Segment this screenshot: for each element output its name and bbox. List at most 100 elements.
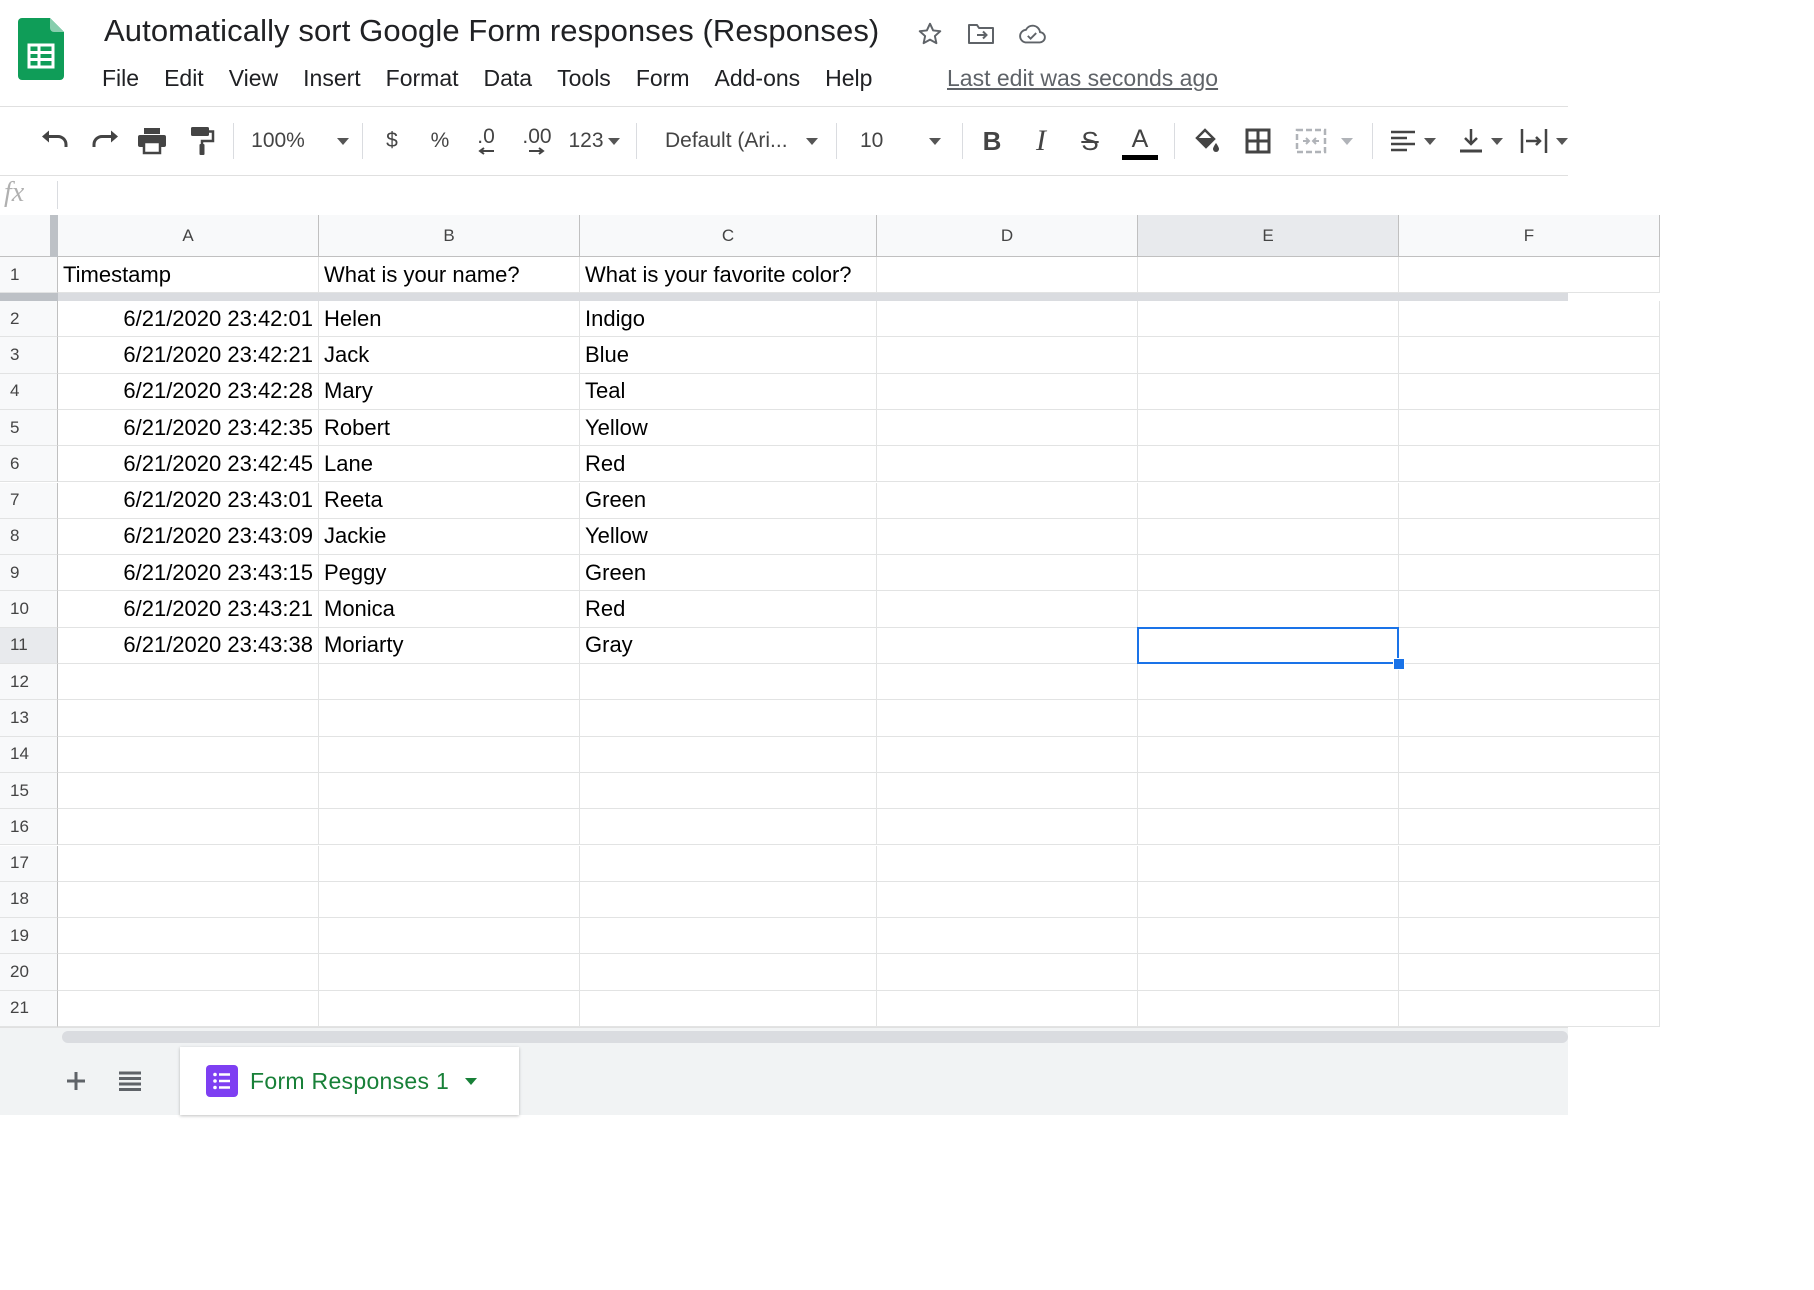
cell-c17[interactable] [580,845,877,882]
undo-icon[interactable] [36,107,74,175]
cell-a17[interactable] [58,845,319,882]
cell-b20[interactable] [319,954,580,991]
cell-c2[interactable]: Indigo [580,301,877,338]
column-header-f[interactable]: F [1399,215,1660,257]
cell-c16[interactable] [580,809,877,846]
text-color-button[interactable]: A [1120,107,1160,175]
redo-icon[interactable] [86,107,124,175]
cell-e21[interactable] [1138,990,1399,1027]
cell-f11[interactable] [1399,627,1660,664]
cell-b11[interactable]: Moriarty [319,627,580,664]
cell-f18[interactable] [1399,881,1660,919]
cell-c14[interactable] [580,736,877,773]
cell-c7[interactable]: Green [580,482,877,519]
bold-button[interactable]: B [974,107,1010,175]
menu-data[interactable]: Data [484,62,533,94]
cell-d5[interactable] [877,409,1138,447]
cell-e14[interactable] [1138,736,1399,773]
cell-c8[interactable]: Yellow [580,518,877,556]
cell-d4[interactable] [877,373,1138,410]
cell-d16[interactable] [877,809,1138,846]
cell-d9[interactable] [877,555,1138,592]
row-header-13[interactable]: 13 [0,700,58,737]
cell-b21[interactable] [319,990,580,1027]
cell-c5[interactable]: Yellow [580,409,877,447]
column-header-c[interactable]: C [580,215,877,257]
cell-e1[interactable] [1138,257,1399,293]
increase-decimal-button[interactable]: .00 [516,107,558,175]
all-sheets-menu-icon[interactable] [112,1061,148,1101]
font-size-select[interactable]: 10 [848,107,954,175]
cell-a2[interactable]: 6/21/2020 23:42:01 [58,301,319,338]
print-icon[interactable] [133,107,171,175]
cell-c6[interactable]: Red [580,446,877,483]
cell-d8[interactable] [877,518,1138,556]
sheets-logo-icon[interactable] [18,18,64,80]
cell-a21[interactable] [58,990,319,1027]
add-sheet-icon[interactable] [58,1061,94,1101]
row-header-15[interactable]: 15 [0,772,58,810]
cell-c20[interactable] [580,954,877,991]
freeze-row-bar[interactable] [0,293,1568,301]
cell-a15[interactable] [58,772,319,810]
cell-f14[interactable] [1399,736,1660,773]
cell-b6[interactable]: Lane [319,446,580,483]
row-header-11[interactable]: 11 [0,627,58,664]
row-header-12[interactable]: 12 [0,664,58,701]
row-header-14[interactable]: 14 [0,736,58,773]
cell-f1[interactable] [1399,257,1660,293]
row-header-8[interactable]: 8 [0,518,58,556]
cell-c18[interactable] [580,881,877,919]
cell-a10[interactable]: 6/21/2020 23:43:21 [58,591,319,628]
cell-a18[interactable] [58,881,319,919]
cloud-saved-icon[interactable] [1018,20,1046,48]
cell-f19[interactable] [1399,918,1660,955]
menu-tools[interactable]: Tools [557,62,611,94]
text-wrap-icon[interactable] [1520,107,1568,175]
row-header-17[interactable]: 17 [0,845,58,882]
row-header-6[interactable]: 6 [0,446,58,483]
cell-d11[interactable] [877,627,1138,664]
row-header-2[interactable]: 2 [0,301,58,338]
cell-b19[interactable] [319,918,580,955]
cell-b7[interactable]: Reeta [319,482,580,519]
cell-f20[interactable] [1399,954,1660,991]
horizontal-scrollbar-thumb[interactable] [62,1031,1568,1043]
cell-d6[interactable] [877,446,1138,483]
cell-b1[interactable]: What is your name? [319,257,580,293]
cell-f10[interactable] [1399,591,1660,628]
cell-b17[interactable] [319,845,580,882]
decrease-decimal-button[interactable]: .0 [468,107,504,175]
cell-a16[interactable] [58,809,319,846]
cell-e18[interactable] [1138,881,1399,919]
cell-a19[interactable] [58,918,319,955]
cell-e9[interactable] [1138,555,1399,592]
menu-form[interactable]: Form [636,62,690,94]
cell-f2[interactable] [1399,301,1660,338]
formula-input[interactable] [66,180,1550,212]
move-folder-icon[interactable] [967,20,995,48]
cell-a8[interactable]: 6/21/2020 23:43:09 [58,518,319,556]
cell-b8[interactable]: Jackie [319,518,580,556]
menu-edit[interactable]: Edit [164,62,204,94]
cell-d18[interactable] [877,881,1138,919]
menu-view[interactable]: View [229,62,278,94]
sheet-tab-caret-icon[interactable] [465,1077,478,1085]
cell-d12[interactable] [877,664,1138,701]
cell-e5[interactable] [1138,409,1399,447]
menu-insert[interactable]: Insert [303,62,361,94]
paint-format-icon[interactable] [183,107,221,175]
cell-a9[interactable]: 6/21/2020 23:43:15 [58,555,319,592]
cell-b15[interactable] [319,772,580,810]
cell-e4[interactable] [1138,373,1399,410]
row-header-3[interactable]: 3 [0,337,58,374]
cell-c21[interactable] [580,990,877,1027]
cell-a1[interactable]: Timestamp [58,257,319,293]
row-header-9[interactable]: 9 [0,555,58,592]
horizontal-align-icon[interactable] [1384,107,1442,175]
cell-f13[interactable] [1399,700,1660,737]
cell-b4[interactable]: Mary [319,373,580,410]
cell-f6[interactable] [1399,446,1660,483]
star-icon[interactable] [916,20,944,48]
cell-d15[interactable] [877,772,1138,810]
